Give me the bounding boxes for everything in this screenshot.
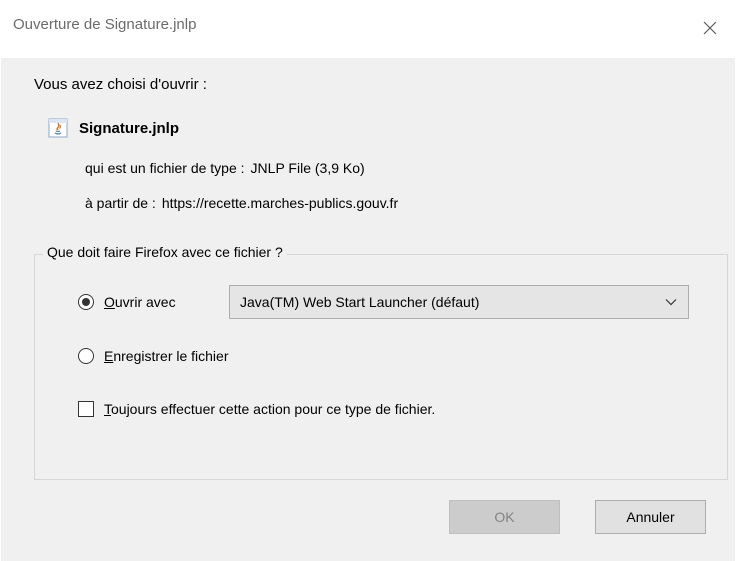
open-with-radio[interactable] — [78, 294, 94, 310]
file-type-label: qui est un fichier de type : — [85, 160, 245, 176]
application-select[interactable]: Java(TM) Web Start Launcher (défaut) — [229, 285, 689, 319]
ok-button[interactable]: OK — [449, 500, 560, 534]
open-with-label[interactable]: Ouvrir avec — [104, 294, 176, 310]
window-title: Ouverture de Signature.jnlp — [13, 16, 197, 33]
chevron-down-icon — [665, 299, 677, 306]
save-file-label-rest: nregistrer le fichier — [113, 348, 229, 364]
ok-button-label: OK — [494, 509, 515, 525]
close-icon — [703, 21, 717, 35]
always-do-accel: T — [104, 401, 111, 417]
save-file-radio[interactable] — [78, 348, 94, 364]
dialog-body: Vous avez choisi d'ouvrir : Signature.jn… — [1, 58, 735, 561]
open-with-accel: O — [104, 294, 115, 310]
cancel-button[interactable]: Annuler — [595, 500, 706, 534]
always-do-checkbox[interactable] — [78, 401, 94, 417]
action-group-legend: Que doit faire Firefox avec ce fichier ? — [43, 244, 287, 260]
file-row: Signature.jnlp — [48, 118, 179, 138]
action-groupbox: Que doit faire Firefox avec ce fichier ?… — [34, 244, 728, 480]
open-with-label-rest: uvrir avec — [114, 294, 176, 310]
cancel-button-label: Annuler — [626, 509, 675, 525]
save-file-option[interactable]: Enregistrer le fichier — [78, 348, 229, 364]
always-do-label-rest: oujours effectuer cette action pour ce t… — [111, 401, 436, 417]
always-do-label[interactable]: Toujours effectuer cette action pour ce … — [104, 401, 435, 417]
radio-selected-dot — [82, 298, 90, 306]
java-file-icon — [48, 118, 68, 138]
save-file-accel: E — [104, 348, 114, 364]
file-source-value: https://recette.marches-publics.gouv.fr — [161, 195, 399, 211]
download-dialog: Ouverture de Signature.jnlp Vous avez ch… — [0, 0, 735, 561]
file-type-value: JNLP File (3,9 Ko) — [250, 160, 365, 176]
intro-text: Vous avez choisi d'ouvrir : — [34, 76, 207, 93]
close-button[interactable] — [692, 10, 728, 46]
file-source-label: à partir de : — [85, 195, 156, 211]
file-source-line: à partir de : https://recette.marches-pub… — [85, 195, 398, 211]
always-do-option[interactable]: Toujours effectuer cette action pour ce … — [78, 401, 435, 417]
title-bar: Ouverture de Signature.jnlp — [1, 0, 735, 58]
application-select-value: Java(TM) Web Start Launcher (défaut) — [240, 294, 480, 310]
file-type-line: qui est un fichier de type : JNLP File (3… — [85, 160, 365, 176]
open-with-option[interactable]: Ouvrir avec — [78, 294, 176, 310]
file-name: Signature.jnlp — [79, 119, 180, 137]
save-file-label[interactable]: Enregistrer le fichier — [104, 348, 229, 364]
